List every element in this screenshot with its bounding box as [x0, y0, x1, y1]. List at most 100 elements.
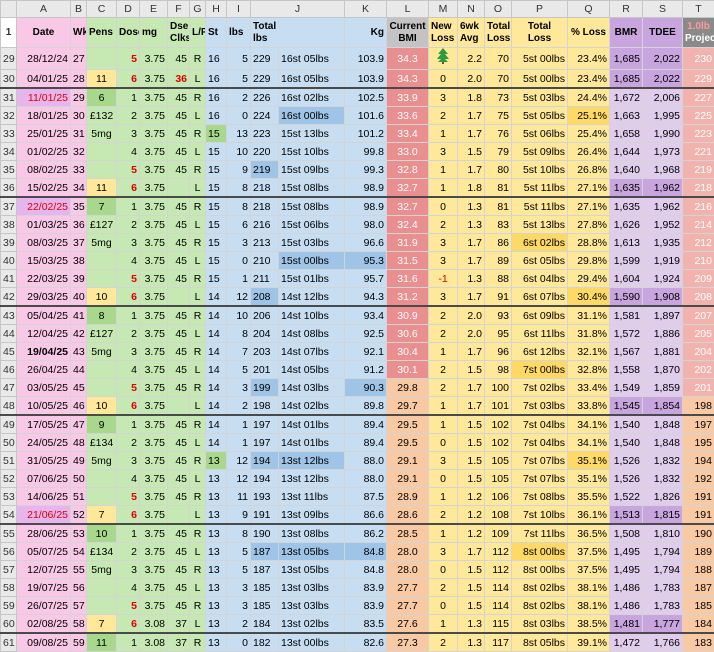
cell-week[interactable]: 37: [71, 234, 87, 252]
cell-6wk-avg[interactable]: 2.0: [458, 70, 485, 89]
cell-week[interactable]: 53: [71, 524, 87, 543]
cell-projected[interactable]: 189: [683, 543, 714, 561]
cell-kg[interactable]: 83.5: [345, 615, 387, 634]
cell-projected[interactable]: 205: [683, 325, 714, 343]
cell-tdee[interactable]: 1,854: [643, 397, 683, 416]
cell-dose[interactable]: 1: [117, 197, 140, 216]
cell-total-loss-st[interactable]: 7st 10lbs: [512, 506, 568, 525]
cell-pens[interactable]: 11: [87, 633, 117, 652]
cell-percent-loss[interactable]: 25.4%: [568, 125, 610, 143]
cell-kg[interactable]: 98.9: [345, 197, 387, 216]
cell-left-right[interactable]: R: [190, 234, 206, 252]
cell-mg[interactable]: 3.75: [140, 125, 168, 143]
cell-percent-loss[interactable]: 25.1%: [568, 107, 610, 125]
cell-bmr[interactable]: 1,526: [610, 470, 643, 488]
cell-date[interactable]: 07/06/25: [17, 470, 71, 488]
column-header[interactable]: D: [117, 1, 140, 18]
cell-lbs[interactable]: 9: [227, 161, 251, 179]
header-lbs[interactable]: lbs: [227, 18, 251, 48]
cell-new-loss[interactable]: 2: [429, 633, 458, 652]
header-mg[interactable]: mg: [140, 18, 168, 48]
cell-pens[interactable]: 7: [87, 506, 117, 525]
cell-dose-clicks[interactable]: 45: [168, 488, 190, 506]
cell-percent-loss[interactable]: 36.5%: [568, 524, 610, 543]
cell-total-loss[interactable]: 112: [485, 561, 512, 579]
cell-stone[interactable]: 15: [206, 179, 227, 198]
column-header[interactable]: T: [683, 1, 714, 18]
cell-week[interactable]: 43: [71, 343, 87, 361]
header-total-lbs[interactable]: Totallbs: [251, 18, 345, 48]
cell-percent-loss[interactable]: 29.8%: [568, 252, 610, 270]
cell-week[interactable]: 39: [71, 270, 87, 288]
cell-percent-loss[interactable]: 30.4%: [568, 288, 610, 307]
cell-new-loss[interactable]: 0: [429, 197, 458, 216]
cell-total-loss-st[interactable]: 7st 03lbs: [512, 397, 568, 416]
cell-pens[interactable]: [87, 161, 117, 179]
cell-6wk-avg[interactable]: 1.3: [458, 216, 485, 234]
cell-bmr[interactable]: 1,495: [610, 561, 643, 579]
cell-total-loss[interactable]: 70: [485, 70, 512, 89]
cell-date[interactable]: 29/03/25: [17, 288, 71, 307]
cell-stone-lbs[interactable]: 16st 05lbs: [279, 48, 345, 70]
cell-week[interactable]: 48: [71, 434, 87, 452]
cell-dose[interactable]: 3: [117, 125, 140, 143]
cell-6wk-avg[interactable]: 1.8: [458, 179, 485, 198]
column-header[interactable]: S: [643, 1, 683, 18]
cell-week[interactable]: 52: [71, 506, 87, 525]
cell-percent-loss[interactable]: 37.5%: [568, 543, 610, 561]
cell-mg[interactable]: 3.75: [140, 252, 168, 270]
cell-bmr[interactable]: 1,481: [610, 615, 643, 634]
cell-stone-lbs[interactable]: 14st 01lbs: [279, 415, 345, 434]
cell-left-right[interactable]: L: [190, 361, 206, 379]
cell-week[interactable]: 36: [71, 216, 87, 234]
cell-total-lbs[interactable]: 182: [251, 633, 279, 652]
cell-total-loss[interactable]: 102: [485, 434, 512, 452]
cell-new-loss[interactable]: 1: [429, 615, 458, 634]
cell-week[interactable]: 33: [71, 161, 87, 179]
cell-percent-loss[interactable]: 34.1%: [568, 415, 610, 434]
cell-total-loss[interactable]: 91: [485, 288, 512, 307]
cell-left-right[interactable]: R: [190, 597, 206, 615]
cell-total-lbs[interactable]: 190: [251, 524, 279, 543]
cell-tdee[interactable]: 1,794: [643, 561, 683, 579]
cell-left-right[interactable]: L: [190, 252, 206, 270]
cell-mg[interactable]: 3.75: [140, 506, 168, 525]
cell-bmr[interactable]: 1,672: [610, 88, 643, 107]
cell-projected[interactable]: 198: [683, 397, 714, 416]
cell-bmr[interactable]: 1,590: [610, 288, 643, 307]
cell-new-loss[interactable]: 3: [429, 452, 458, 470]
cell-total-lbs[interactable]: 226: [251, 88, 279, 107]
cell-total-loss-st[interactable]: 6st 02lbs: [512, 234, 568, 252]
cell-bmr[interactable]: 1,658: [610, 125, 643, 143]
cell-new-loss[interactable]: -1: [429, 270, 458, 288]
cell-left-right[interactable]: L: [190, 615, 206, 634]
cell-percent-loss[interactable]: 34.1%: [568, 434, 610, 452]
cell-projected[interactable]: 191: [683, 506, 714, 525]
cell-dose-clicks[interactable]: 37: [168, 615, 190, 634]
cell-total-loss-st[interactable]: 5st 03lbs: [512, 88, 568, 107]
cell-tdee[interactable]: 1,859: [643, 379, 683, 397]
cell-tdee[interactable]: 1,924: [643, 270, 683, 288]
cell-dose[interactable]: 4: [117, 143, 140, 161]
cell-total-loss-st[interactable]: 6st 07lbs: [512, 288, 568, 307]
cell-left-right[interactable]: R: [190, 343, 206, 361]
cell-total-lbs[interactable]: 229: [251, 48, 279, 70]
cell-current-bmi[interactable]: 34.3: [387, 70, 429, 89]
cell-week[interactable]: 47: [71, 415, 87, 434]
cell-kg[interactable]: 89.4: [345, 415, 387, 434]
column-header[interactable]: G: [190, 1, 206, 18]
cell-tdee[interactable]: 1,881: [643, 343, 683, 361]
cell-total-lbs[interactable]: 223: [251, 125, 279, 143]
cell-stone-lbs[interactable]: 14st 10lbs: [279, 306, 345, 325]
cell-kg[interactable]: 98.9: [345, 179, 387, 198]
cell-current-bmi[interactable]: 27.6: [387, 615, 429, 634]
column-header[interactable]: K: [345, 1, 387, 18]
cell-percent-loss[interactable]: 27.1%: [568, 197, 610, 216]
cell-6wk-avg[interactable]: 1.3: [458, 633, 485, 652]
row-number[interactable]: 59: [1, 597, 17, 615]
cell-new-loss[interactable]: 3: [429, 143, 458, 161]
header-dose-clicks[interactable]: DseClks: [168, 18, 190, 48]
cell-total-lbs[interactable]: 220: [251, 143, 279, 161]
column-header[interactable]: R: [610, 1, 643, 18]
cell-lbs[interactable]: 2: [227, 88, 251, 107]
